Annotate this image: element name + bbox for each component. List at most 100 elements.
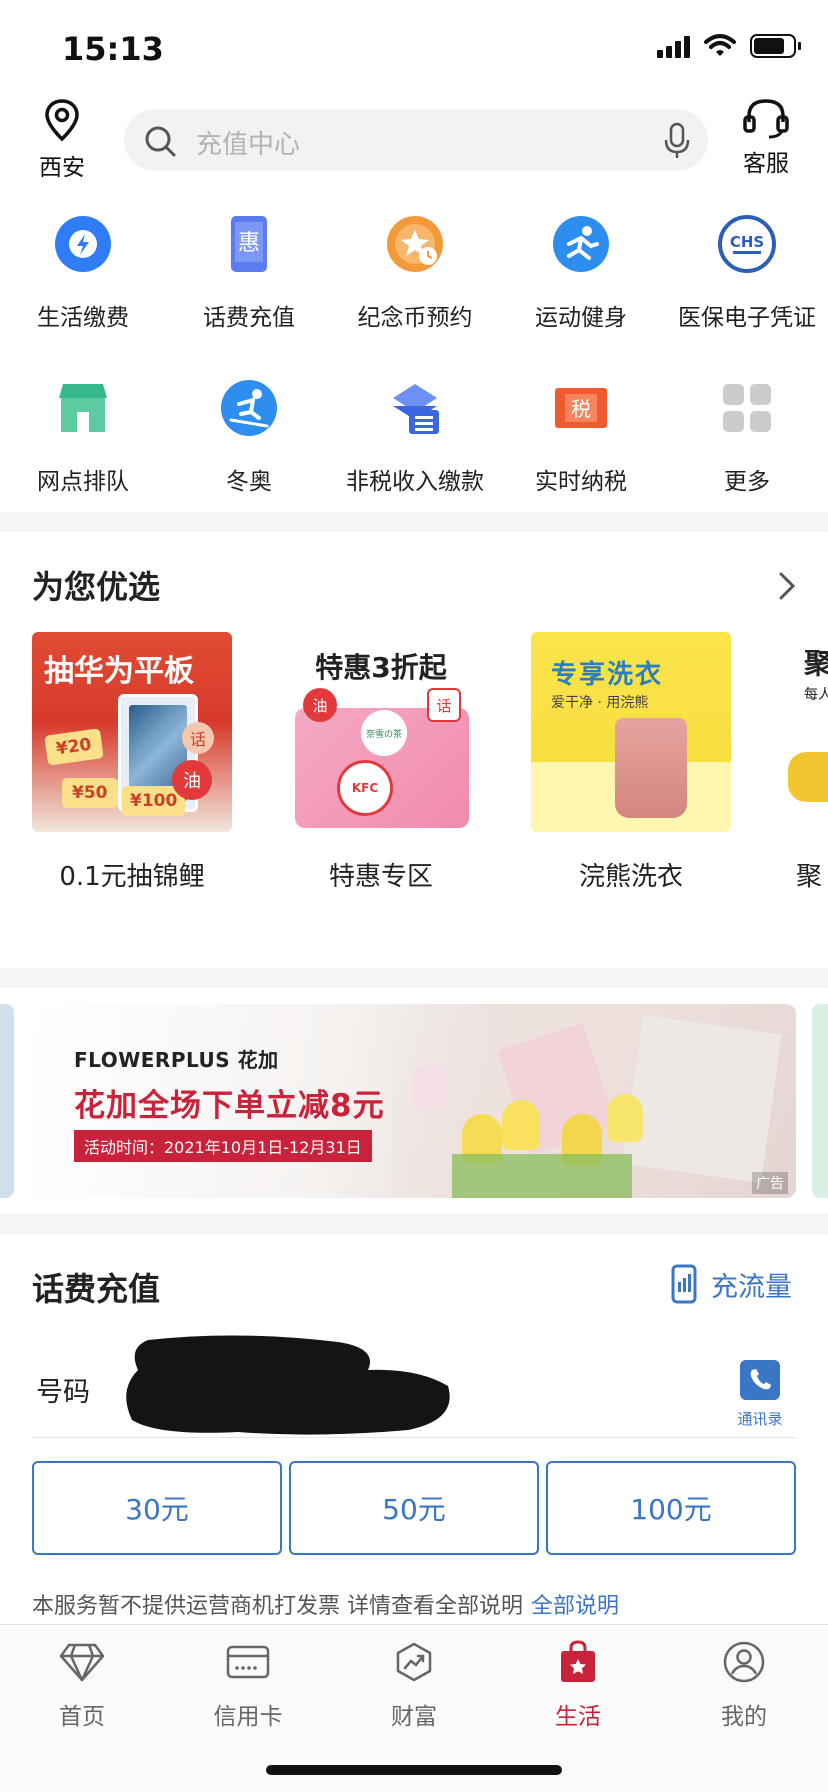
contacts-label: 通讯录 xyxy=(737,1410,783,1428)
search-input[interactable]: 充值中心 xyxy=(124,109,708,171)
location-button[interactable]: 西安 xyxy=(30,98,94,182)
home-indicator xyxy=(266,1765,562,1775)
tab-home[interactable]: 首页 xyxy=(22,1639,142,1731)
amount-option-30[interactable]: 30元 xyxy=(32,1461,282,1555)
recommend-image: 特惠3折起 油 话 奈雪の茶 KFC xyxy=(281,632,481,832)
tab-wealth[interactable]: 财富 xyxy=(354,1639,474,1731)
recommend-image-title: 专享洗衣 xyxy=(551,660,664,690)
service-label: 医保电子凭证 xyxy=(678,305,816,331)
recommend-label: 聚 xyxy=(796,862,823,892)
service-nontax-payment[interactable]: 非税收入缴款 xyxy=(332,372,498,496)
section-divider xyxy=(0,512,828,532)
tab-label: 信用卡 xyxy=(213,1704,283,1730)
service-more[interactable]: 更多 xyxy=(664,372,828,496)
microphone-icon[interactable] xyxy=(662,121,692,161)
tag-circle: KFC xyxy=(337,760,393,816)
phone-number-label: 号码 xyxy=(36,1377,90,1408)
tab-label: 首页 xyxy=(59,1704,105,1730)
recommend-title: 为您优选 xyxy=(32,568,161,606)
tab-credit-card[interactable]: 信用卡 xyxy=(188,1639,308,1731)
more-grid-icon xyxy=(717,378,777,438)
tag-circle: 油 xyxy=(172,760,212,800)
tab-life[interactable]: 生活 xyxy=(518,1639,638,1731)
service-coin-booking[interactable]: 纪念币预约 xyxy=(332,208,498,332)
recommend-card-laundry[interactable]: 专享洗衣 爱干净 · 用浣熊 浣熊洗衣 xyxy=(531,632,731,893)
tag-circle: 油 xyxy=(303,688,337,722)
chevron-right-icon[interactable] xyxy=(776,570,798,602)
service-winter-olympics[interactable]: 冬奥 xyxy=(166,372,332,496)
branch-store-icon xyxy=(53,378,113,438)
service-label: 生活缴费 xyxy=(37,305,129,331)
service-label: 非税收入缴款 xyxy=(346,469,484,495)
service-realtime-tax[interactable]: 税 实时纳税 xyxy=(498,372,664,496)
recommend-label: 0.1元抽锦鲤 xyxy=(59,862,205,892)
service-living-payment[interactable]: 生活缴费 xyxy=(0,208,166,332)
recommend-card-partial[interactable]: 聚 每人 聚 xyxy=(782,632,828,893)
tax-card-icon: 税 xyxy=(551,378,611,438)
amount-option-100[interactable]: 100元 xyxy=(546,1461,796,1555)
credit-card-icon xyxy=(223,1639,273,1685)
shopping-bag-icon xyxy=(553,1639,603,1685)
tag-circle: 话 xyxy=(182,722,214,754)
chs-medical-insurance-icon: CHS xyxy=(717,214,777,274)
tab-label: 我的 xyxy=(721,1704,767,1730)
header: 西安 充值中心 客服 xyxy=(0,92,828,182)
service-grid-row: 网点排队 冬奥 非税收入缴款 税 实时纳税 更多 xyxy=(0,372,828,522)
cellular-signal-icon xyxy=(657,34,690,58)
tag-circle: 奈雪の茶 xyxy=(361,710,407,756)
redacted-phone-number[interactable] xyxy=(118,1330,458,1438)
svg-text:惠: 惠 xyxy=(238,231,260,256)
banner-title: 花加全场下单立减8元 xyxy=(74,1088,385,1124)
wifi-icon xyxy=(704,34,736,56)
service-label: 运动健身 xyxy=(535,305,627,331)
diamond-icon xyxy=(57,1639,107,1685)
service-phone-topup[interactable]: 惠 话费充值 xyxy=(166,208,332,332)
service-label: 更多 xyxy=(724,469,770,495)
banner-prev-peek[interactable] xyxy=(0,1004,14,1198)
search-placeholder: 充值中心 xyxy=(196,130,301,160)
recommend-image: 抽华为平板 ¥20 ¥50 ¥100 话 油 xyxy=(32,632,232,832)
service-label: 冬奥 xyxy=(226,469,272,495)
section-divider xyxy=(0,968,828,988)
tab-profile[interactable]: 我的 xyxy=(684,1639,804,1731)
recommend-card-lottery[interactable]: 抽华为平板 ¥20 ¥50 ¥100 话 油 0.1元抽锦鲤 xyxy=(32,632,232,893)
headset-icon xyxy=(743,99,789,139)
service-fitness[interactable]: 运动健身 xyxy=(498,208,664,332)
banner-brand: FLOWERPLUS 花加 xyxy=(74,1048,279,1072)
location-label: 西安 xyxy=(39,155,85,181)
lightning-bolt-icon xyxy=(53,214,113,274)
promo-banner[interactable]: FLOWERPLUS 花加 花加全场下单立减8元 活动时间：2021年10月1日… xyxy=(32,1004,796,1198)
amount-option-50[interactable]: 50元 xyxy=(289,1461,539,1555)
recommend-image: 专享洗衣 爱干净 · 用浣熊 xyxy=(531,632,731,832)
star-coin-clock-icon xyxy=(385,214,445,274)
service-medical-insurance[interactable]: CHS 医保电子凭证 xyxy=(664,208,828,332)
status-icons xyxy=(657,34,801,58)
profile-icon xyxy=(719,1639,769,1685)
search-icon xyxy=(145,126,176,157)
discount-tablet-icon: 惠 xyxy=(219,214,279,274)
banner-next-peek[interactable] xyxy=(812,1004,828,1198)
recommend-image-title: 抽华为平板 xyxy=(44,654,194,689)
customer-service-button[interactable]: 客服 xyxy=(730,96,802,178)
full-explanation-link[interactable]: 全部说明 xyxy=(531,1594,619,1619)
service-label: 纪念币预约 xyxy=(357,305,473,331)
battery-icon xyxy=(750,34,801,58)
contacts-button[interactable]: 通讯录 xyxy=(730,1358,790,1429)
recommend-label: 浣熊洗衣 xyxy=(578,862,683,892)
ad-badge: 广告 xyxy=(752,1172,788,1194)
wealth-chart-icon xyxy=(389,1639,439,1685)
recommend-image-subtitle: 爱干净 · 用浣熊 xyxy=(551,695,649,711)
recommend-image-title: 聚 xyxy=(804,647,828,680)
service-grid-row: 生活缴费 惠 话费充值 纪念币预约 运动健身 CHS 医保电子凭证 xyxy=(0,208,828,358)
coupon-badge: ¥20 xyxy=(44,728,104,766)
svg-text:CHS: CHS xyxy=(730,233,764,251)
data-topup-link[interactable]: 充流量 xyxy=(671,1264,792,1304)
tab-label: 生活 xyxy=(555,1704,601,1730)
data-topup-label: 充流量 xyxy=(711,1271,792,1303)
status-bar: 15:13 xyxy=(0,0,828,92)
service-branch-queue[interactable]: 网点排队 xyxy=(0,372,166,496)
recommend-card-discount[interactable]: 特惠3折起 油 话 奈雪の茶 KFC 特惠专区 xyxy=(281,632,481,893)
recommend-image-subtitle: 每人 xyxy=(804,687,828,703)
banner-date: 活动时间：2021年10月1日-12月31日 xyxy=(74,1130,372,1162)
invoice-note: 本服务暂不提供运营商机打发票 详情查看全部说明 全部说明 xyxy=(32,1588,619,1620)
